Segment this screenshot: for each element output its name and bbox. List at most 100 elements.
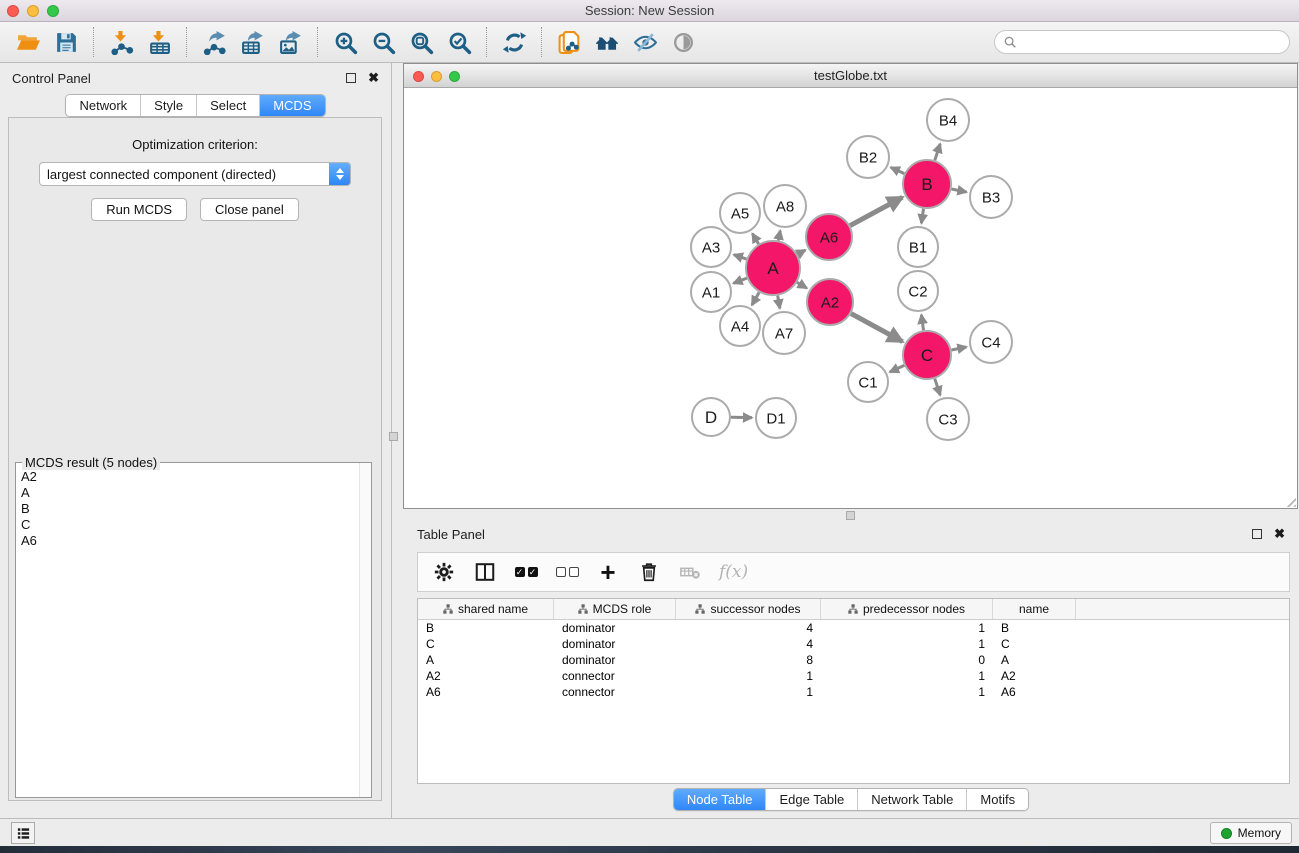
table-settings-button[interactable] <box>432 560 456 584</box>
graph-edge-C-C2[interactable] <box>921 315 923 330</box>
memory-button[interactable]: Memory <box>1210 822 1292 844</box>
zoom-selected-button[interactable] <box>440 26 478 58</box>
criterion-dropdown[interactable]: largest connected component (directed) <box>39 162 351 186</box>
graph-edge-A-A6[interactable] <box>797 250 805 254</box>
add-column-button[interactable]: + <box>596 560 620 584</box>
import-network-button[interactable] <box>102 26 140 58</box>
graph-node-D[interactable]: D <box>692 398 730 436</box>
column-header-name[interactable]: name <box>993 599 1076 619</box>
tab-network-table[interactable]: Network Table <box>857 789 966 810</box>
vertical-splitter-handle[interactable] <box>389 432 398 441</box>
graph-node-B2[interactable]: B2 <box>847 136 889 178</box>
graph-node-A[interactable]: A <box>746 241 800 295</box>
mcds-result-item[interactable]: A2 <box>21 469 354 485</box>
zoom-in-button[interactable] <box>326 26 364 58</box>
graph-node-A3[interactable]: A3 <box>691 227 731 267</box>
column-header-MCDS-role[interactable]: MCDS role <box>554 599 676 619</box>
float-table-panel-icon[interactable] <box>1252 529 1262 539</box>
graph-node-C1[interactable]: C1 <box>848 362 888 402</box>
refresh-view-button[interactable] <box>495 26 533 58</box>
graph-node-D1[interactable]: D1 <box>756 398 796 438</box>
graph-edge-B-B2[interactable] <box>891 167 905 173</box>
table-row[interactable]: Bdominator41B <box>418 620 1289 636</box>
float-panel-icon[interactable] <box>346 73 356 83</box>
graph-node-B1[interactable]: B1 <box>898 227 938 267</box>
graph-edge-C-C1[interactable] <box>890 365 904 372</box>
split-view-button[interactable] <box>473 560 497 584</box>
mcds-result-item[interactable]: A6 <box>21 533 354 549</box>
export-network-button[interactable] <box>195 26 233 58</box>
network-minimize-button[interactable] <box>431 71 442 82</box>
tab-select[interactable]: Select <box>196 95 259 116</box>
table-row[interactable]: A2connector11A2 <box>418 668 1289 684</box>
export-table-button[interactable] <box>233 26 271 58</box>
column-header-successor-nodes[interactable]: successor nodes <box>676 599 821 619</box>
table-row[interactable]: Adominator80A <box>418 652 1289 668</box>
column-header-predecessor-nodes[interactable]: predecessor nodes <box>821 599 993 619</box>
mcds-result-item[interactable]: A <box>21 485 354 501</box>
graph-edge-A-A2[interactable] <box>797 282 807 288</box>
select-all-columns-button[interactable]: ✓ ✓ <box>514 560 538 584</box>
copy-network-view-button[interactable] <box>550 26 588 58</box>
show-panels-list-button[interactable] <box>11 822 35 844</box>
tab-motifs[interactable]: Motifs <box>966 789 1028 810</box>
graph-node-A7[interactable]: A7 <box>763 312 805 354</box>
network-canvas[interactable]: AA6A2BCA5A8A3A1A4A7B2B4B3B1C2C1C4C3DD1 <box>404 88 1297 508</box>
export-image-button[interactable] <box>271 26 309 58</box>
delete-table-button[interactable] <box>678 560 702 584</box>
show-graphics-details-button[interactable] <box>664 26 702 58</box>
graph-edge-A-A1[interactable] <box>733 278 747 283</box>
result-scrollbar[interactable] <box>359 463 371 797</box>
graph-edge-A2-C[interactable] <box>851 314 902 342</box>
mcds-result-item[interactable]: B <box>21 501 354 517</box>
graph-node-B[interactable]: B <box>903 160 951 208</box>
graph-edge-B-B3[interactable] <box>951 189 966 192</box>
graph-edge-A-A8[interactable] <box>778 231 780 241</box>
close-window-button[interactable] <box>7 5 19 17</box>
graph-edge-A6-B[interactable] <box>850 197 902 225</box>
graph-edge-C-C4[interactable] <box>951 347 966 350</box>
home-button[interactable] <box>588 26 626 58</box>
minimize-window-button[interactable] <box>27 5 39 17</box>
network-zoom-button[interactable] <box>449 71 460 82</box>
horizontal-splitter-handle[interactable] <box>846 511 855 520</box>
close-table-panel-icon[interactable]: ✖ <box>1274 529 1285 539</box>
network-window-titlebar[interactable]: testGlobe.txt <box>404 64 1297 88</box>
import-table-button[interactable] <box>140 26 178 58</box>
open-session-button[interactable] <box>9 26 47 58</box>
graph-edge-A-A5[interactable] <box>752 234 758 244</box>
search-field[interactable] <box>994 30 1290 54</box>
delete-column-button[interactable] <box>637 560 661 584</box>
table-row[interactable]: Cdominator41C <box>418 636 1289 652</box>
run-mcds-button[interactable]: Run MCDS <box>91 198 187 221</box>
close-panel-button[interactable]: Close panel <box>200 198 299 221</box>
zoom-fit-button[interactable] <box>402 26 440 58</box>
close-panel-icon[interactable]: ✖ <box>368 73 379 83</box>
graph-node-C[interactable]: C <box>903 331 951 379</box>
zoom-out-button[interactable] <box>364 26 402 58</box>
graph-edge-B-B1[interactable] <box>921 209 923 223</box>
graph-node-B4[interactable]: B4 <box>927 99 969 141</box>
graph-edge-A-A4[interactable] <box>752 292 759 305</box>
column-header-shared-name[interactable]: shared name <box>418 599 554 619</box>
function-builder-button[interactable]: f(x) <box>719 560 748 584</box>
table-row[interactable]: A6connector11A6 <box>418 684 1289 700</box>
mcds-result-item[interactable]: C <box>21 517 354 533</box>
deselect-all-columns-button[interactable] <box>555 560 579 584</box>
tab-network[interactable]: Network <box>66 95 140 116</box>
network-close-button[interactable] <box>413 71 424 82</box>
graph-node-C2[interactable]: C2 <box>898 271 938 311</box>
tab-node-table[interactable]: Node Table <box>674 789 766 810</box>
tab-edge-table[interactable]: Edge Table <box>765 789 857 810</box>
graph-node-A8[interactable]: A8 <box>764 185 806 227</box>
graph-node-A6[interactable]: A6 <box>806 214 852 260</box>
save-session-button[interactable] <box>47 26 85 58</box>
zoom-window-button[interactable] <box>47 5 59 17</box>
graph-node-C3[interactable]: C3 <box>927 398 969 440</box>
graph-node-A2[interactable]: A2 <box>807 279 853 325</box>
graph-node-C4[interactable]: C4 <box>970 321 1012 363</box>
graph-node-A4[interactable]: A4 <box>720 306 760 346</box>
graph-node-A5[interactable]: A5 <box>720 193 760 233</box>
graph-node-B3[interactable]: B3 <box>970 176 1012 218</box>
graph-edge-A-A3[interactable] <box>734 255 747 259</box>
